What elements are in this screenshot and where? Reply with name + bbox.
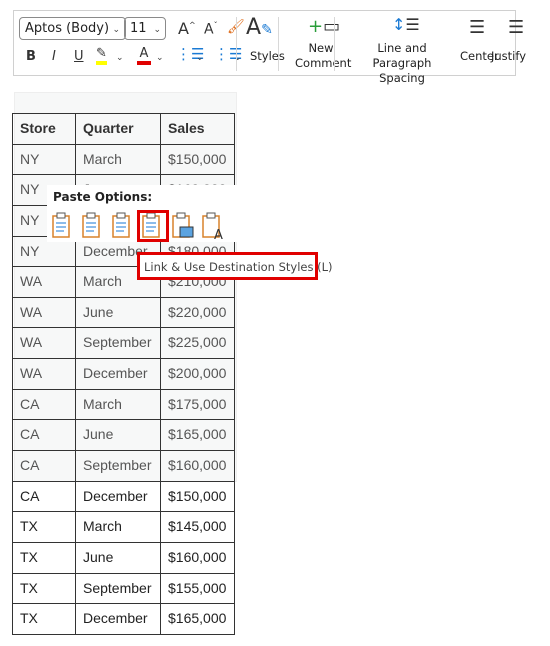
justify-button[interactable]: Justify: [491, 49, 526, 64]
table-row: WA June $220,000: [12, 296, 235, 329]
table-cell[interactable]: TX: [12, 541, 76, 574]
table-cell[interactable]: TX: [12, 572, 76, 605]
paste-option-tooltip: Link & Use Destination Styles (L): [137, 252, 333, 280]
table-cell[interactable]: WA: [12, 266, 76, 298]
table-cell[interactable]: $150,000: [160, 143, 235, 176]
table-cell[interactable]: December: [75, 603, 161, 635]
svg-text:A: A: [214, 228, 223, 240]
table-row: TX December $165,000: [12, 603, 235, 635]
new-comment-button[interactable]: New Comment: [295, 41, 351, 71]
table-cell[interactable]: June: [75, 419, 161, 452]
font-name-value: Aptos (Body): [25, 21, 110, 36]
grow-font-icon[interactable]: A^: [178, 19, 196, 38]
chevron-down-icon[interactable]: ⌄: [156, 53, 164, 63]
table-cell[interactable]: June: [75, 296, 161, 329]
selected-paste-option-highlight: [137, 210, 169, 242]
table-row: CA June $165,000: [12, 419, 235, 452]
table-cell[interactable]: September: [75, 572, 161, 605]
styles-icon[interactable]: A✎: [246, 15, 273, 40]
column-header[interactable]: Sales: [160, 113, 235, 145]
table-cell[interactable]: December: [75, 358, 161, 390]
bold-button[interactable]: B: [26, 49, 36, 64]
new-comment-icon[interactable]: +▭: [308, 16, 340, 37]
table-cell[interactable]: TX: [12, 603, 76, 635]
table-cell[interactable]: September: [75, 450, 161, 482]
table-row: CA September $160,000: [12, 450, 235, 482]
keep-text-only-icon[interactable]: A: [201, 212, 229, 243]
table-row: NY March $150,000: [12, 143, 235, 176]
table-row: WA December $200,000: [12, 358, 235, 390]
keep-source-formatting-icon[interactable]: [51, 212, 79, 242]
table-cell[interactable]: $160,000: [160, 450, 235, 482]
table-cell[interactable]: CA: [12, 419, 76, 452]
table-cell[interactable]: CA: [12, 480, 76, 513]
table-cell[interactable]: $160,000: [160, 541, 235, 574]
paste-options-title: Paste Options:: [53, 190, 153, 204]
line-spacing-button[interactable]: Line and Paragraph Spacing: [352, 41, 452, 86]
table-row: CA March $175,000: [12, 388, 235, 421]
chevron-down-icon: ⌄: [153, 25, 161, 35]
italic-button[interactable]: I: [52, 49, 56, 64]
underline-button[interactable]: U: [74, 49, 84, 64]
table-row: CA December $150,000: [12, 480, 235, 513]
table-cell[interactable]: CA: [12, 388, 76, 421]
table-cell[interactable]: June: [75, 541, 161, 574]
ribbon-toolbar: Aptos (Body)⌄ 11⌄ A^ Aˇ 🖌 B I U ✎ ⌄ A ⌄ …: [13, 10, 526, 85]
table-cell[interactable]: $225,000: [160, 327, 235, 360]
justify-icon[interactable]: ☰: [508, 17, 524, 38]
table-cell[interactable]: December: [75, 480, 161, 513]
table-cell[interactable]: $200,000: [160, 358, 235, 390]
table-row: TX March $145,000: [12, 511, 235, 543]
table-cell[interactable]: $220,000: [160, 296, 235, 329]
chevron-down-icon[interactable]: ⌄: [196, 53, 204, 63]
table-cell[interactable]: March: [75, 388, 161, 421]
table-header-row: Store Quarter Sales: [12, 113, 235, 145]
table-row: TX June $160,000: [12, 541, 235, 574]
table-cell[interactable]: September: [75, 327, 161, 360]
table-cell[interactable]: TX: [12, 511, 76, 543]
table-cell[interactable]: March: [75, 143, 161, 176]
center-align-icon[interactable]: ☰: [469, 17, 485, 38]
chevron-down-icon: ⌄: [112, 25, 120, 35]
link-keep-source-icon[interactable]: [111, 212, 139, 242]
table-cell[interactable]: $150,000: [160, 480, 235, 513]
table-cell[interactable]: $165,000: [160, 419, 235, 452]
table-cell[interactable]: March: [75, 511, 161, 543]
table-cell[interactable]: $165,000: [160, 603, 235, 635]
font-size-value: 11: [130, 21, 147, 36]
table-cell[interactable]: $155,000: [160, 572, 235, 605]
table-cell[interactable]: $145,000: [160, 511, 235, 543]
styles-button[interactable]: Styles: [250, 49, 285, 64]
picture-icon[interactable]: [171, 212, 199, 242]
table-cell[interactable]: WA: [12, 358, 76, 390]
table-cell[interactable]: $175,000: [160, 388, 235, 421]
chevron-down-icon[interactable]: ⌄: [116, 53, 124, 63]
table-cell[interactable]: CA: [12, 450, 76, 482]
table-cell[interactable]: NY: [12, 143, 76, 176]
shrink-font-icon[interactable]: Aˇ: [204, 21, 218, 38]
font-color-icon[interactable]: A: [137, 47, 151, 65]
use-destination-styles-icon[interactable]: [81, 212, 109, 242]
table-cell[interactable]: WA: [12, 327, 76, 360]
font-name-dropdown[interactable]: Aptos (Body) ⌄: [19, 17, 126, 40]
table-cell[interactable]: WA: [12, 296, 76, 329]
table-row: WA September $225,000: [12, 327, 235, 360]
column-header[interactable]: Quarter: [75, 113, 161, 145]
column-header[interactable]: Store: [12, 113, 76, 145]
table-row: TX September $155,000: [12, 572, 235, 605]
font-size-dropdown[interactable]: 11 ⌄: [124, 17, 166, 40]
line-spacing-icon[interactable]: ↕☰: [392, 15, 420, 34]
highlight-icon[interactable]: ✎: [96, 47, 107, 65]
